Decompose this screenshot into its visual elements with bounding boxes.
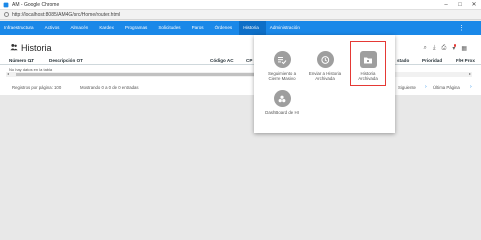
nav-item-programas[interactable]: Programas	[121, 21, 154, 35]
nav-item-administracion[interactable]: Administración	[266, 21, 307, 35]
toolbar: ⌕ ⤓ ⎙ ▾ ▦	[423, 44, 467, 52]
table-header: Número OT ⌄ Descripción OT Código AC CP …	[0, 57, 481, 65]
more-vert-icon[interactable]: ⋮	[458, 24, 465, 32]
column-header[interactable]: Descripción OT	[49, 58, 83, 63]
minimize-icon[interactable]: –	[439, 0, 453, 10]
scroll-right-icon[interactable]: ▸	[469, 71, 471, 76]
nav-item-activos[interactable]: Activos	[41, 21, 67, 35]
menu-tile-seguimiento-cierre-masivo[interactable]: Seguimiento a Cierre Masivo	[260, 51, 304, 81]
nav-item-ordenes[interactable]: Órdenes	[211, 21, 240, 35]
scrollbar-thumb[interactable]	[16, 73, 272, 76]
close-icon[interactable]: ✕	[467, 0, 481, 10]
page-header: Historia	[10, 43, 52, 53]
chevron-right-icon[interactable]: ›	[470, 84, 472, 90]
column-header[interactable]: Código AC	[210, 58, 234, 63]
bubble-chart-icon	[273, 90, 291, 107]
url-text[interactable]: http://localhost:8085/AM4G/src/Home/rout…	[12, 12, 120, 18]
main-navbar: Infraestructura Activos Almacén Kardex P…	[0, 21, 481, 35]
table-footer: Registros por página: 100 Mostrando 0 a …	[0, 83, 481, 93]
nav-item-historia[interactable]: Historia	[239, 21, 266, 35]
column-header[interactable]: F/H Prox	[456, 58, 475, 63]
history-icon	[316, 51, 334, 68]
nav-item-infraestructura[interactable]: Infraestructura	[0, 21, 41, 35]
nav-item-paros[interactable]: Paros	[188, 21, 211, 35]
tile-label-line2: Cierre Masivo	[268, 76, 296, 82]
last-page-button[interactable]: Última Página	[433, 85, 460, 90]
menu-tile-enviar-historia-archivada[interactable]: Enviar a Historia Archivada	[303, 51, 347, 81]
column-header[interactable]: stado	[397, 58, 409, 63]
grid-icon[interactable]: ▦	[461, 45, 467, 52]
search-icon[interactable]: ⌕	[423, 45, 426, 52]
column-header[interactable]: CP	[246, 58, 252, 63]
page-size-label[interactable]: Registros por página: 100	[12, 85, 61, 90]
menu-tile-dashboard-hi[interactable]: DashBoard de HI	[260, 90, 304, 115]
horizontal-scrollbar[interactable]: ◂ ▸	[6, 71, 472, 77]
info-icon[interactable]	[4, 12, 9, 17]
highlight-box	[350, 41, 386, 86]
users-icon	[10, 43, 18, 53]
nav-item-almacen[interactable]: Almacén	[66, 21, 95, 35]
page-title: Historia	[21, 43, 52, 53]
nav-item-kardex[interactable]: Kardex	[95, 21, 121, 35]
download-icon[interactable]: ⤓	[433, 45, 436, 52]
nav-item-solicitudes[interactable]: Solicitudes	[154, 21, 187, 35]
filter-icon[interactable]: ▾	[452, 44, 457, 52]
main-content: Historia ⌕ ⤓ ⎙ ▾ ▦ Número OT ⌄ Descripci…	[0, 35, 481, 95]
window-titlebar: AM - Google Chrome – □ ✕	[0, 0, 481, 10]
sort-icon[interactable]: ⌄	[29, 58, 32, 63]
address-bar[interactable]: http://localhost:8085/AM4G/src/Home/rout…	[0, 10, 481, 20]
maximize-icon[interactable]: □	[453, 0, 467, 10]
scroll-left-icon[interactable]: ◂	[7, 71, 9, 76]
print-icon[interactable]: ⎙	[442, 45, 447, 52]
playlist-check-icon	[273, 51, 291, 68]
tile-label-line1: DashBoard de HI	[265, 110, 299, 115]
chevron-right-icon[interactable]: ›	[425, 84, 427, 90]
tile-label-line2: Archivada	[315, 76, 335, 82]
window-title: AM - Google Chrome	[12, 1, 60, 8]
filter-badge	[453, 44, 457, 47]
app-icon	[3, 2, 9, 7]
next-page-button[interactable]: Siguiente	[398, 85, 416, 90]
column-header[interactable]: Prioridad	[422, 58, 442, 63]
range-text: Mostrando 0 a 0 de 0 entradas	[80, 85, 139, 90]
